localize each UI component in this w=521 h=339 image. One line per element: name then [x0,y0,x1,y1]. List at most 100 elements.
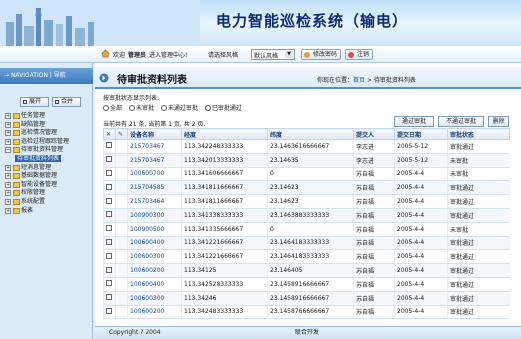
row-checkbox[interactable] [103,249,116,265]
table-cell: 苏自福 [353,291,395,306]
delete-button[interactable]: 删除 [488,116,509,127]
style-select[interactable]: 默认风格 ▼ [251,49,295,60]
sidebar-item-defect[interactable]: + 缺陷管理 [3,121,91,130]
row-spacer [115,249,128,265]
device-name-link[interactable]: 215703467 [127,139,182,154]
table-row[interactable]: 100900500 113.341335666667 0 苏自福 2005-4-4 未审批 [103,222,510,237]
approve-button[interactable]: 通过审批 [394,116,434,127]
row-spacer [115,291,128,306]
device-name-link[interactable]: 100600700 [127,167,182,182]
sidebar-item-pending-approval[interactable]: − 待审批资料管理 [3,146,91,155]
table-cell: 李志进 [353,153,395,168]
filter-approved-radio[interactable]: 已审批通过 [204,105,242,112]
table-row[interactable]: 100900300 113.341338333333 23.146388333333… [103,208,510,223]
row-checkbox[interactable] [103,153,116,168]
device-name-link[interactable]: 100600200 [127,263,182,278]
row-checkbox[interactable] [103,208,116,223]
column-header[interactable]: 纬度 [267,128,354,140]
row-checkbox[interactable] [103,263,116,278]
table-row[interactable]: 215704585 113.341811666667 23.14623 苏自福 2005… [103,180,510,196]
device-name-link[interactable]: 100600300 [127,291,182,306]
row-spacer [115,167,128,182]
device-name-link[interactable]: 100900500 [127,222,182,237]
row-checkbox[interactable] [103,194,116,209]
column-header[interactable]: 经度 [181,128,268,140]
logout-label: 注销 [357,51,370,58]
close-icon[interactable]: ✕ [103,128,116,140]
reject-button[interactable]: 不通过审批 [438,116,484,127]
table-row[interactable]: 100600300 113.34246 23.1458916666667 苏自福 200… [103,291,510,306]
device-name-link[interactable]: 100600400 [127,236,182,251]
sidebar-item-inspection[interactable]: + 巡检情况管理 [3,129,91,138]
table-cell: 审批通过 [447,208,510,223]
device-name-link[interactable]: 215703464 [127,194,182,209]
device-name-link[interactable]: 215704585 [127,180,182,196]
device-name-link[interactable]: 100600300 [127,249,182,265]
row-checkbox[interactable] [103,180,116,196]
sidebar-item-sms[interactable]: + 短消息管理 [3,164,91,173]
sidebar-item-pending-list[interactable]: 待审批资料列表 [3,154,91,164]
table-row[interactable]: 100600700 113.341606666667 0 苏自福 2005-4-4 未审批 [103,167,510,182]
change-password-button[interactable]: 修改密码 [301,49,342,60]
city-skyline-image [0,0,200,46]
sidebar-item-label: 权限管理 [21,189,46,197]
sidebar-item-label: 系统配置 [21,197,46,205]
column-header[interactable]: 审批状态 [447,128,510,140]
table-row[interactable]: 215703467 113.342013333333 23.14635 李志进 2005… [103,153,510,168]
checkbox-icon [106,280,112,287]
sidebar-item-smart-device[interactable]: + 智能设备管理 [3,181,91,190]
collapse-all-button[interactable]: 合并 [52,97,81,107]
column-header[interactable]: 提交日期 [394,128,448,140]
device-name-link[interactable]: 100900300 [127,208,182,223]
table-row[interactable]: 100600300 113.341221666667 23.146418333333… [103,249,510,265]
column-header[interactable]: 设备名称 [127,128,182,140]
table-cell: 苏自福 [353,222,395,237]
table-cell: 苏自福 [353,180,395,196]
device-name-link[interactable]: 100600400 [127,277,182,292]
logout-button[interactable]: 注销 [345,49,374,60]
select-all-icon[interactable]: ✎ [115,128,128,140]
sidebar-item-task[interactable]: + 任务管理 [3,112,91,121]
row-checkbox[interactable] [103,291,116,306]
row-checkbox[interactable] [103,222,116,237]
table-row[interactable]: 215703467 113.342248333333 23.146361666666… [103,139,510,154]
filter-unapproved-radio[interactable]: 未审批 [128,105,154,112]
sidebar-item-label: 待审批资料列表 [15,154,62,162]
filter-rejected-radio[interactable]: 未通过审批 [160,105,198,112]
sidebar-item-report[interactable]: + 报表 [3,207,91,216]
welcome-text: 欢迎 [113,52,126,59]
device-name-link[interactable]: 100600200 [127,305,182,320]
row-checkbox[interactable] [103,305,116,320]
table-cell: 苏自福 [353,305,395,320]
table-row[interactable]: 100600400 113.342528333333 23.145891666666… [103,277,510,292]
row-checkbox[interactable] [103,139,116,154]
device-name-link[interactable]: 215703467 [127,153,182,168]
sidebar-item-system-config[interactable]: + 系统配置 [3,198,91,207]
row-checkbox[interactable] [103,277,116,292]
table-cell: 23.1458916666667 [267,277,354,292]
sidebar-item-label: 待审批资料管理 [21,146,64,154]
filter-label-text: 已审批通过 [211,105,242,112]
expand-all-button[interactable]: 展开 [20,97,49,107]
plus-icon: + [5,181,11,188]
table-row[interactable]: 100600400 113.341221666667 23.146418333333… [103,236,510,251]
table-cell: 2005-4-4 [394,167,448,182]
home-icon [101,49,110,58]
checkbox-icon [106,252,112,259]
sidebar-item-basic-data[interactable]: + 基础数据管理 [3,172,91,181]
table-cell: 2005-4-4 [394,263,448,278]
table-row[interactable]: 100600200 113.342483333333 23.145876666666… [103,305,510,320]
logout-icon [348,52,354,58]
table-row[interactable]: 100600200 113.34125 23.146405 苏自福 2005-4-4 审批… [103,263,510,278]
breadcrumb-home-link[interactable]: 首页 [353,77,365,84]
table-cell: 23.14623 [267,194,354,209]
style-label: 请选择风格 [208,52,239,59]
table-row[interactable]: 215703464 113.341811666667 23.14623 苏自福 2005… [103,194,510,209]
filter-label: 按审批状态显示列表: [103,95,160,102]
row-checkbox[interactable] [103,236,116,251]
column-header[interactable]: 提交人 [353,128,395,140]
folder-icon [13,173,20,180]
row-checkbox[interactable] [103,167,116,182]
sidebar-item-permission[interactable]: + 权限管理 [3,189,91,198]
filter-all-radio[interactable]: 全部 [103,105,122,112]
